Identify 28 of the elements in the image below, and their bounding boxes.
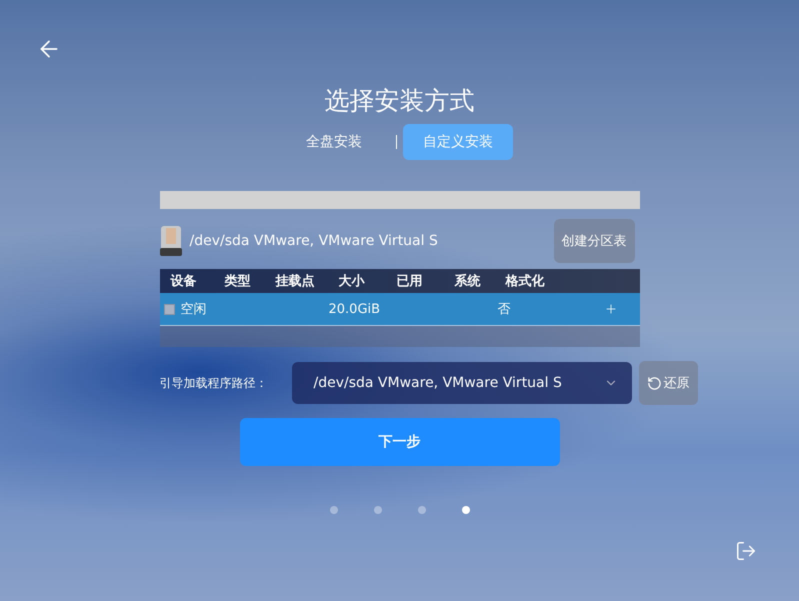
install-mode-tab[interactable]: 自定义安装 <box>403 124 513 160</box>
column-header: 格式化 <box>506 273 544 290</box>
install-mode-tab[interactable]: 全盘安装 <box>286 124 382 160</box>
column-header: 类型 <box>224 273 250 290</box>
add-icon[interactable] <box>604 302 618 316</box>
bootloader-label: 引导加载程序路径： <box>160 374 268 392</box>
column-header: 挂载点 <box>276 273 314 290</box>
hard-drive-icon <box>160 226 182 256</box>
bootloader-dropdown[interactable]: /dev/sda VMware, VMware Virtual S <box>292 362 632 404</box>
table-cell-text: 空闲 <box>180 301 206 318</box>
undo-arrow-icon <box>646 376 662 390</box>
partition-square-icon <box>164 304 174 314</box>
restore-button[interactable]: 还原 <box>638 361 698 405</box>
column-header: 系统 <box>454 272 480 290</box>
next-button[interactable]: 下一步 <box>240 418 560 466</box>
column-header: 设备 <box>170 273 196 290</box>
column-header: 大小 <box>338 273 364 290</box>
page-dot[interactable] <box>418 506 426 514</box>
disk-name: /dev/sda VMware, VMware Virtual S <box>190 233 439 249</box>
page-dot[interactable] <box>462 506 470 514</box>
create-partition-table-button[interactable]: 创建分区表 <box>554 219 634 263</box>
page-title: 选择安装方式 <box>324 85 474 117</box>
partition-row[interactable]: 空闲 20.0GiB 否 <box>160 293 640 326</box>
page-dot[interactable] <box>374 506 382 514</box>
table-cell-text: 否 <box>498 301 510 318</box>
table-cell-text: 20.0GiB <box>328 302 382 316</box>
page-dot[interactable] <box>330 506 338 514</box>
column-header: 已用 <box>396 273 422 290</box>
